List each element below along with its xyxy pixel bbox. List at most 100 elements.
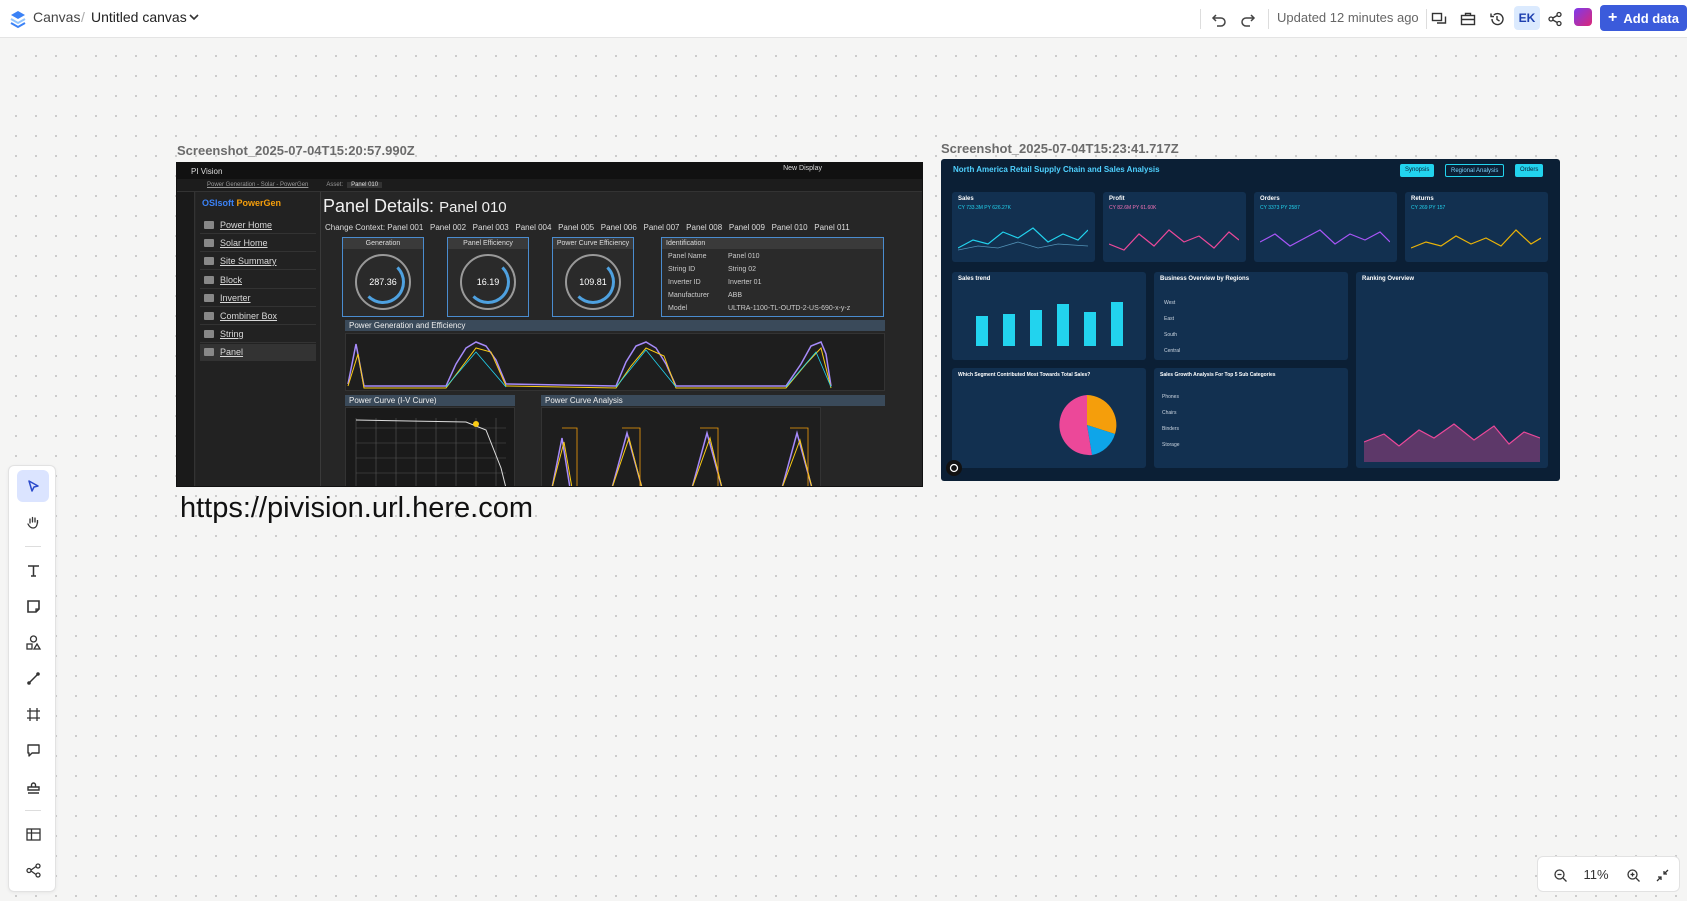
toolbar-divider — [25, 546, 41, 547]
comment-icon — [26, 743, 40, 757]
rd-kpi-sales: Sales CY 733.3M PY 626.27K — [952, 192, 1095, 262]
rd-title: North America Retail Supply Chain and Sa… — [953, 165, 1160, 174]
diagram-icon — [25, 862, 41, 878]
stamp-icon — [26, 781, 40, 794]
pv-section-header: Power Curve (I-V Curve) — [345, 395, 515, 406]
pv-nav-panel: OSIsoft PowerGen Power Home Solar Home S… — [196, 192, 321, 486]
canvas-image-pi-vision[interactable]: PI Vision New Display Power Generation -… — [176, 162, 923, 487]
hand-tool-button[interactable] — [17, 506, 49, 538]
canvas-title[interactable]: Untitled canvas — [91, 9, 187, 25]
gauge-dial: 109.81 — [565, 254, 621, 310]
frame-icon — [26, 707, 40, 721]
rd-tab-synopsis: Synopsis — [1400, 164, 1435, 177]
rd-kpi-profit: Profit CY 82.6M PY 61.60K — [1103, 192, 1246, 262]
pv-nav-item: String — [200, 326, 316, 343]
pv-nav-item: Combiner Box — [200, 308, 316, 325]
url-note[interactable]: https://pivision.url.here.com — [180, 492, 533, 525]
toolbar-divider — [1426, 9, 1427, 29]
fit-to-screen-button[interactable] — [1652, 865, 1672, 885]
chevron-down-icon[interactable] — [188, 11, 200, 23]
rd-kpi-orders: Orders CY 3373 PY 2587 — [1254, 192, 1397, 262]
library-button[interactable] — [1457, 8, 1479, 30]
sticky-note-icon — [26, 599, 40, 613]
pv-app-bar: PI Vision New Display — [177, 163, 922, 179]
share-icon — [1548, 11, 1562, 27]
canvas-image-retail-dashboard[interactable]: North America Retail Supply Chain and Sa… — [941, 159, 1560, 481]
ai-assistant-icon[interactable] — [1574, 8, 1592, 26]
zoom-level[interactable]: 11% — [1578, 867, 1614, 882]
zoom-in-button[interactable] — [1623, 865, 1643, 885]
pv-section-header: Power Curve Analysis — [541, 395, 885, 406]
pv-gauge-efficiency: Panel Efficiency 16.19 — [447, 237, 529, 317]
user-avatar[interactable]: EK — [1514, 6, 1540, 30]
redo-icon — [1241, 14, 1256, 27]
undo-icon — [1211, 14, 1226, 27]
zoom-out-button[interactable] — [1550, 865, 1570, 885]
app-logo-icon[interactable] — [8, 9, 28, 29]
pv-gauge-curve: Power Curve Efficiency 109.81 — [552, 237, 634, 317]
last-updated-status: Updated 12 minutes ago — [1277, 10, 1419, 25]
pv-nav-item: Solar Home — [200, 235, 316, 252]
sticky-note-tool-button[interactable] — [17, 590, 49, 622]
toolbar-divider — [25, 810, 41, 811]
toolbar-divider — [1268, 9, 1269, 29]
pv-asset-value: Panel 010 — [347, 182, 383, 188]
connector-icon — [26, 671, 40, 685]
rd-growth-analysis: Sales Growth Analysis For Top 5 Sub Cate… — [1154, 368, 1348, 468]
pv-nav-item: Site Summary — [200, 253, 316, 270]
comments-button[interactable] — [1428, 8, 1450, 30]
pv-context: Change Context: Panel 001 Panel 002 Pane… — [325, 223, 850, 232]
breadcrumb-canvas[interactable]: Canvas — [33, 9, 80, 25]
history-icon — [1490, 12, 1504, 26]
hand-icon — [26, 516, 38, 529]
select-tool-button[interactable] — [17, 470, 49, 502]
pv-nav-item: Block — [200, 272, 316, 289]
rd-tab-orders: Orders — [1515, 164, 1544, 177]
left-toolbar — [8, 465, 56, 892]
rd-sales-trend: Sales trend — [952, 272, 1146, 360]
add-data-label: Add data — [1623, 10, 1679, 26]
pv-nav-item: Power Home — [200, 217, 316, 234]
share-button[interactable] — [1544, 8, 1566, 30]
pv-breadcrumb-bar: Power Generation - Solar - PowerGen Asse… — [177, 179, 922, 192]
pv-nav-item: Panel — [200, 344, 316, 361]
add-data-button[interactable]: + Add data — [1600, 5, 1687, 31]
connector-tool-button[interactable] — [17, 662, 49, 694]
plus-icon: + — [1608, 9, 1618, 26]
briefcase-icon — [1460, 12, 1476, 26]
pv-left-rail — [177, 192, 195, 486]
history-button[interactable] — [1486, 8, 1508, 30]
text-icon — [27, 564, 39, 577]
redo-button[interactable] — [1237, 8, 1259, 30]
table-icon — [25, 827, 41, 841]
camera-icon — [946, 460, 962, 476]
stamp-tool-button[interactable] — [17, 770, 49, 802]
breadcrumb-separator: / — [81, 9, 85, 25]
pv-title: Panel Details: Panel 010 — [323, 196, 507, 216]
pv-breadcrumb: Power Generation - Solar - PowerGen — [207, 182, 309, 188]
table-tool-button[interactable] — [17, 818, 49, 850]
comments-icon — [1431, 12, 1447, 24]
pv-nav-item: Inverter — [200, 290, 316, 307]
pv-generation-chart — [345, 333, 885, 391]
toolbar-divider — [1200, 9, 1201, 29]
pointer-icon — [27, 479, 39, 492]
zoom-controls: 11% — [1537, 856, 1680, 892]
pv-gauge-generation: Generation 287.36 — [342, 237, 424, 317]
diagram-tool-button[interactable] — [17, 854, 49, 886]
pv-asset-label: Asset: — [326, 182, 344, 188]
pv-identification: Identification Panel Name Panel 010 Strin… — [661, 237, 884, 317]
pv-new-display: New Display — [783, 165, 822, 172]
pv-app-title: PI Vision — [191, 166, 223, 176]
comment-tool-button[interactable] — [17, 734, 49, 766]
frame-tool-button[interactable] — [17, 698, 49, 730]
pv-section-header: Power Generation and Efficiency — [345, 320, 885, 331]
image-caption: Screenshot_2025-07-04T15:23:41.717Z — [941, 141, 1179, 156]
rd-kpi-returns: Returns CY 269 PY 157 — [1405, 192, 1548, 262]
shapes-tool-button[interactable] — [17, 626, 49, 658]
gauge-dial: 287.36 — [355, 254, 411, 310]
image-caption: Screenshot_2025-07-04T15:20:57.990Z — [177, 143, 415, 158]
pv-iv-chart — [345, 407, 515, 486]
undo-button[interactable] — [1208, 8, 1230, 30]
text-tool-button[interactable] — [17, 554, 49, 586]
